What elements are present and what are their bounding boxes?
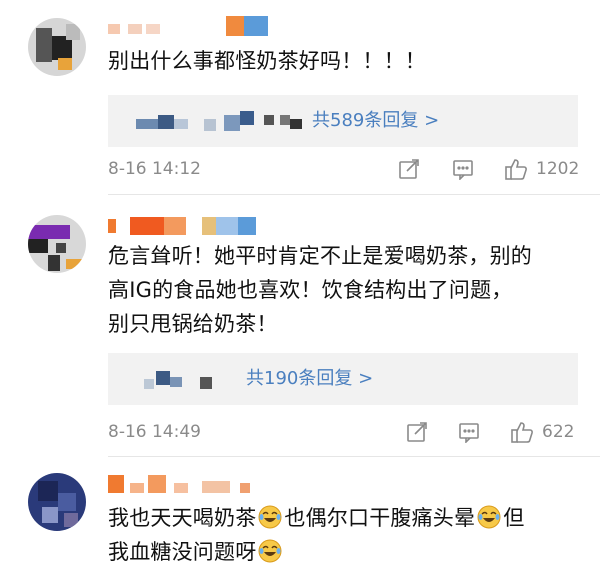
- replies-box[interactable]: 共190条回复 >: [108, 353, 578, 405]
- comment-text-segment: 我血糖没问题呀: [108, 540, 257, 564]
- comment-text: 我也天天喝奶茶 也偶尔口干腹痛头晕 但 我血糖没问题呀: [108, 501, 588, 569]
- username-pixelated[interactable]: [108, 16, 278, 40]
- comment-3: 我也天天喝奶茶 也偶尔口干腹痛头晕 但 我血糖没问题呀: [0, 457, 600, 572]
- comment-icon[interactable]: [458, 421, 480, 443]
- comment-time: 8-16 14:12: [108, 159, 201, 179]
- comment-text-line: 危言耸听！她平时肯定不止是爱喝奶茶，别的: [108, 244, 532, 268]
- view-replies-link[interactable]: 共589条回复 >: [312, 95, 439, 147]
- comment-text: 别出什么事都怪奶茶好吗！！！！: [108, 49, 426, 73]
- avatar[interactable]: [28, 215, 86, 273]
- comment-meta: 8-16 14:49 622: [108, 417, 588, 447]
- comment-text-line: 别只甩锅给奶茶！: [108, 312, 278, 336]
- laughing-crying-emoji-icon: [258, 539, 282, 563]
- comment-text: 危言耸听！她平时肯定不止是爱喝奶茶，别的 高IG的食品她也喜欢！饮食结构出了问题…: [108, 239, 588, 341]
- avatar[interactable]: [28, 473, 86, 531]
- comment-text-segment: 我也天天喝奶茶: [108, 506, 257, 530]
- comment-time: 8-16 14:49: [108, 422, 201, 442]
- share-icon[interactable]: [398, 158, 420, 180]
- thumbs-up-icon[interactable]: [510, 420, 534, 444]
- username-pixelated[interactable]: [108, 215, 268, 239]
- like-count: 622: [542, 422, 575, 442]
- comment-icon[interactable]: [452, 158, 474, 180]
- view-replies-link[interactable]: 共190条回复 >: [246, 353, 373, 405]
- avatar[interactable]: [28, 18, 86, 76]
- username-pixelated[interactable]: [108, 471, 268, 495]
- comment-text-line: 高IG的食品她也喜欢！饮食结构出了问题，: [108, 278, 513, 302]
- replies-box[interactable]: 共589条回复 >: [108, 95, 578, 147]
- like-count: 1202: [536, 159, 580, 179]
- laughing-crying-emoji-icon: [258, 505, 282, 529]
- comment-text-segment: 但: [503, 506, 525, 530]
- comment-text-segment: 也偶尔口干腹痛头晕: [284, 506, 476, 530]
- laughing-crying-emoji-icon: [477, 505, 501, 529]
- comment-2: 危言耸听！她平时肯定不止是爱喝奶茶，别的 高IG的食品她也喜欢！饮食结构出了问题…: [0, 195, 600, 457]
- comment-1: 别出什么事都怪奶茶好吗！！！！ 共589条回复 > 8-16 14:12 120…: [0, 0, 600, 195]
- thumbs-up-icon[interactable]: [504, 157, 528, 181]
- comment-meta: 8-16 14:12 1202: [108, 154, 588, 184]
- share-icon[interactable]: [406, 421, 428, 443]
